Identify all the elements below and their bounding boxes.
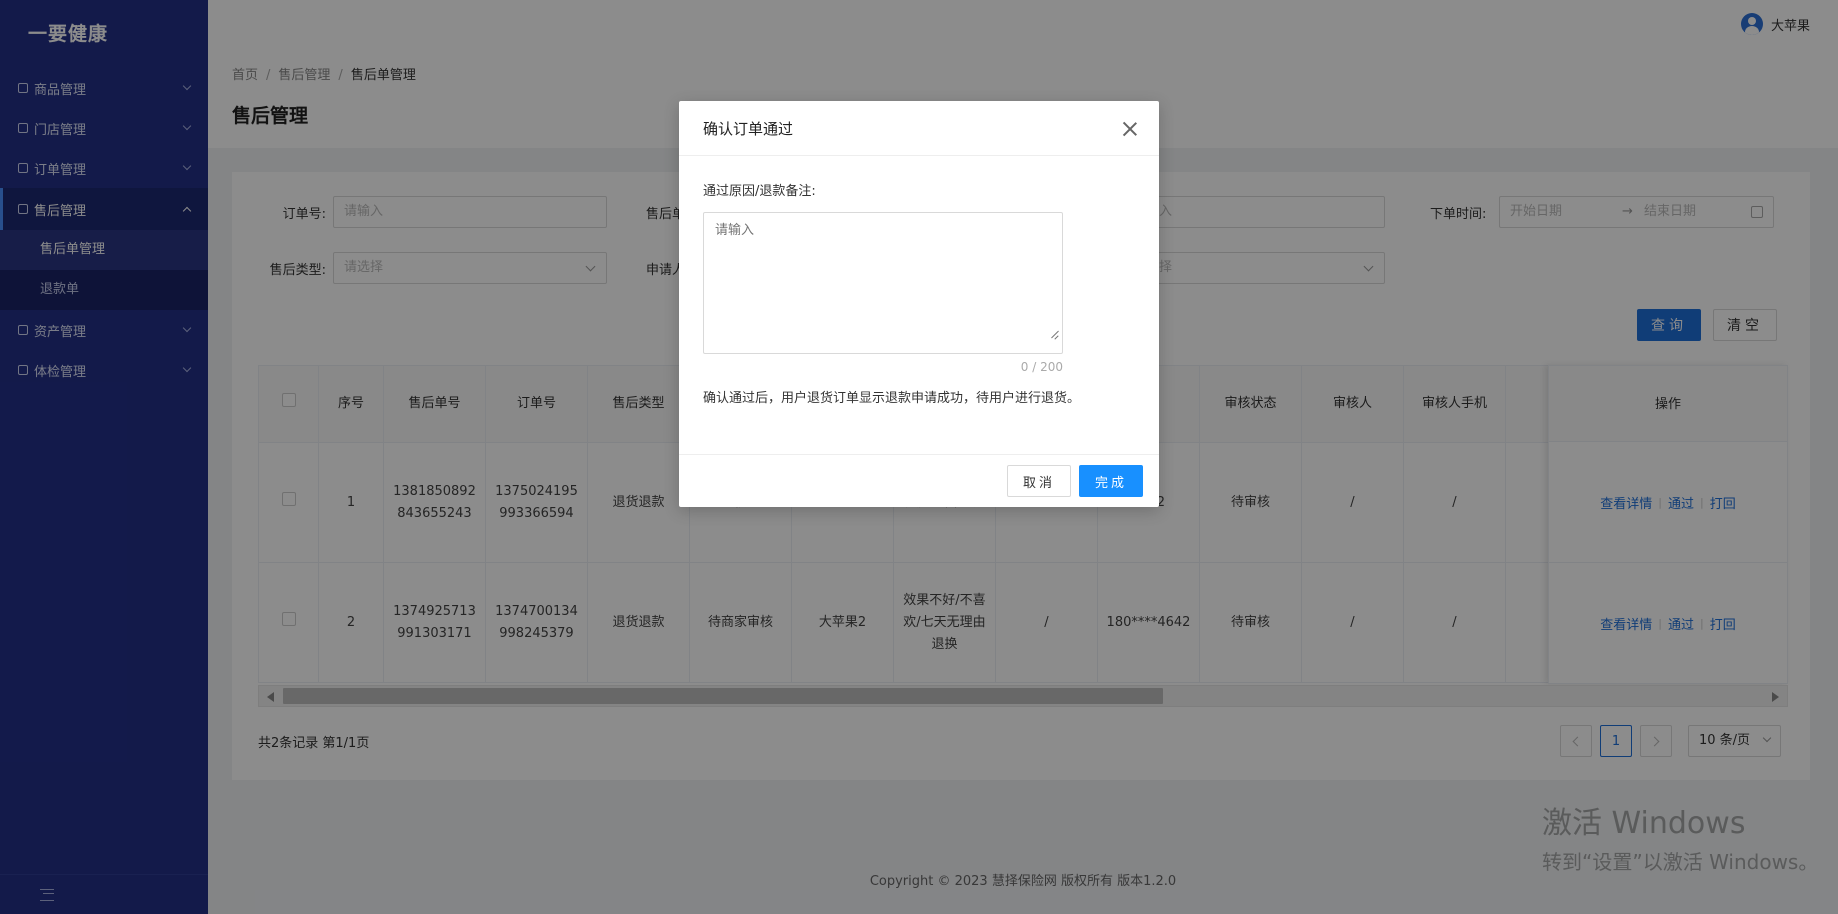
confirm-approve-dialog: 确认订单通过 通过原因/退款备注: 0 / 200 确认通过后，用户退货订单显示… <box>679 101 1159 507</box>
dialog-footer: 取消 完成 <box>679 454 1159 507</box>
dialog-header: 确认订单通过 <box>679 101 1159 156</box>
dialog-body: 通过原因/退款备注: 0 / 200 确认通过后，用户退货订单显示退款申请成功，… <box>679 156 1159 410</box>
remark-textarea[interactable] <box>703 212 1063 354</box>
confirm-button[interactable]: 完成 <box>1079 465 1143 497</box>
char-counter: 0 / 200 <box>1020 360 1063 374</box>
remark-label: 通过原因/退款备注: <box>703 184 816 199</box>
dialog-title: 确认订单通过 <box>703 119 794 138</box>
resize-handle-icon[interactable] <box>1050 330 1060 340</box>
close-icon[interactable] <box>1123 122 1137 136</box>
cancel-button[interactable]: 取消 <box>1007 465 1071 497</box>
dialog-note: 确认通过后，用户退货订单显示退款申请成功，待用户进行退货。 <box>703 391 1081 406</box>
